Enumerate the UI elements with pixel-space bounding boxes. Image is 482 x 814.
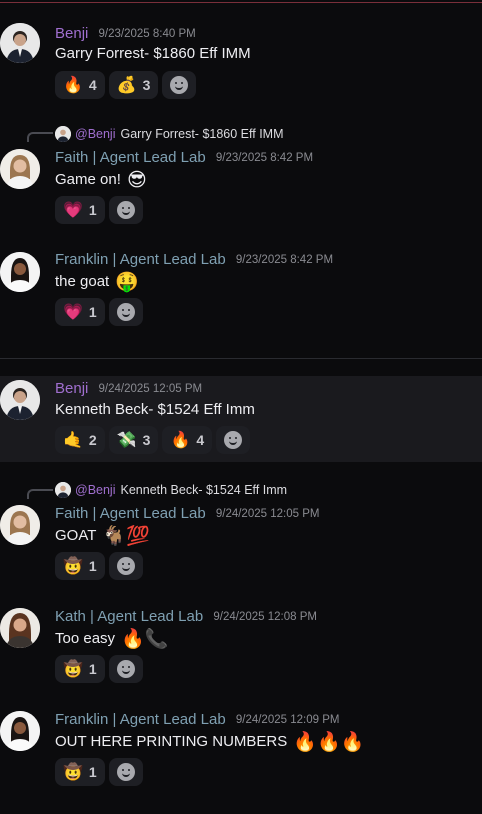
message: @Benji Kenneth Beck- $1524 Eff Imm Faith… xyxy=(0,481,482,587)
heart-icon: 💗 xyxy=(63,200,83,219)
reaction-count: 3 xyxy=(142,77,151,93)
add-reaction-icon xyxy=(224,431,243,449)
date-divider xyxy=(0,358,482,359)
timestamp: 9/23/2025 8:40 PM xyxy=(98,28,196,40)
cowboy-icon: 🤠 xyxy=(63,556,83,575)
add-reaction-icon xyxy=(116,557,135,575)
author-name[interactable]: Benji xyxy=(55,25,88,42)
add-reaction-button[interactable] xyxy=(108,298,143,326)
cowboy-icon: 🤠 xyxy=(63,762,83,781)
message-text: the goat xyxy=(55,273,110,290)
avatar[interactable] xyxy=(0,505,40,545)
message-text: Garry Forrest- $1860 Eff IMM xyxy=(55,45,251,62)
sunglasses-emoji-icon: 😎 xyxy=(127,169,147,192)
message: Benji 9/24/2025 12:05 PM Kenneth Beck- $… xyxy=(0,376,482,462)
message-text: Too easy xyxy=(55,630,116,647)
money-bag-icon: 💰 xyxy=(116,75,137,94)
reaction-money-wings[interactable]: 💸 3 xyxy=(108,426,159,454)
reaction-count: 2 xyxy=(88,432,97,448)
fire-emoji-icon: 🔥🔥🔥 xyxy=(293,731,365,754)
reply-username[interactable]: @Benji xyxy=(75,483,116,497)
message: Kath | Agent Lead Lab 9/24/2025 12:08 PM… xyxy=(0,607,482,691)
reaction-count: 3 xyxy=(142,432,151,448)
reply-text: Kenneth Beck- $1524 Eff Imm xyxy=(120,483,288,497)
message-text: OUT HERE PRINTING NUMBERS xyxy=(55,733,288,750)
avatar[interactable] xyxy=(0,380,40,420)
timestamp: 9/23/2025 8:42 PM xyxy=(215,152,314,164)
add-reaction-icon xyxy=(170,76,189,94)
add-reaction-button[interactable] xyxy=(108,552,143,580)
avatar[interactable] xyxy=(0,252,40,292)
message: @Benji Garry Forrest- $1860 Eff IMM Fait… xyxy=(0,124,482,234)
timestamp: 9/24/2025 12:08 PM xyxy=(213,611,317,623)
message: Benji 9/23/2025 8:40 PM Garry Forrest- $… xyxy=(0,0,482,110)
reaction-count: 1 xyxy=(88,304,97,320)
cowboy-icon: 🤠 xyxy=(63,659,83,678)
chat-view: Benji 9/23/2025 8:40 PM Garry Forrest- $… xyxy=(0,0,482,814)
timestamp: 9/24/2025 12:09 PM xyxy=(235,714,340,726)
reaction-heart[interactable]: 💗 1 xyxy=(55,196,105,224)
avatar[interactable] xyxy=(0,23,40,63)
author-name[interactable]: Franklin | Agent Lead Lab xyxy=(55,251,226,268)
reaction-cowboy[interactable]: 🤠 1 xyxy=(55,655,105,683)
fire-icon: 🔥 xyxy=(63,75,83,94)
add-reaction-button[interactable] xyxy=(216,426,251,454)
add-reaction-button[interactable] xyxy=(108,655,143,683)
message: Franklin | Agent Lead Lab 9/24/2025 12:0… xyxy=(0,710,482,810)
avatar[interactable] xyxy=(0,711,40,751)
reaction-money-bag[interactable]: 💰 3 xyxy=(108,71,159,99)
reaction-count: 1 xyxy=(88,764,97,780)
add-reaction-icon xyxy=(116,763,135,781)
reply-connector xyxy=(27,489,53,499)
fire-phone-emoji-icon: 🔥📞 xyxy=(121,628,169,651)
author-name[interactable]: Faith | Agent Lead Lab xyxy=(55,505,206,522)
fire-icon: 🔥 xyxy=(170,430,191,449)
avatar xyxy=(55,126,71,142)
add-reaction-button[interactable] xyxy=(162,71,197,99)
reaction-heart[interactable]: 💗 1 xyxy=(55,298,105,326)
add-reaction-button[interactable] xyxy=(108,196,143,224)
author-name[interactable]: Benji xyxy=(55,380,88,397)
message: Franklin | Agent Lead Lab 9/23/2025 8:42… xyxy=(0,250,482,340)
avatar[interactable] xyxy=(0,608,40,648)
heart-icon: 💗 xyxy=(63,302,83,321)
add-reaction-icon xyxy=(116,660,135,678)
reaction-count: 4 xyxy=(196,432,205,448)
reaction-cowboy[interactable]: 🤠 1 xyxy=(55,552,105,580)
reaction-count: 1 xyxy=(88,202,97,218)
reply-username[interactable]: @Benji xyxy=(75,127,116,141)
reply-reference[interactable]: @Benji Garry Forrest- $1860 Eff IMM xyxy=(55,126,284,142)
add-reaction-icon xyxy=(116,303,135,321)
add-reaction-icon xyxy=(116,201,135,219)
add-reaction-button[interactable] xyxy=(108,758,143,786)
timestamp: 9/23/2025 8:42 PM xyxy=(235,254,334,266)
reaction-fire[interactable]: 🔥 4 xyxy=(162,426,213,454)
reaction-count: 4 xyxy=(88,77,97,93)
money-wings-icon: 💸 xyxy=(116,430,137,449)
money-mouth-emoji-icon: 🤑 xyxy=(115,271,140,294)
reaction-fire[interactable]: 🔥 4 xyxy=(55,71,105,99)
goat-hundred-emoji-icon: 🐐💯 xyxy=(102,525,150,548)
message-text: GOAT xyxy=(55,527,97,544)
author-name[interactable]: Kath | Agent Lead Lab xyxy=(55,608,203,625)
reaction-cowboy[interactable]: 🤠 1 xyxy=(55,758,105,786)
timestamp: 9/24/2025 12:05 PM xyxy=(98,383,203,395)
author-name[interactable]: Faith | Agent Lead Lab xyxy=(55,149,206,166)
reply-reference[interactable]: @Benji Kenneth Beck- $1524 Eff Imm xyxy=(55,482,287,498)
reaction-count: 1 xyxy=(88,661,97,677)
reply-connector xyxy=(27,132,53,142)
call-me-hand-icon: 🤙 xyxy=(63,430,83,449)
message-text: Game on! xyxy=(55,171,121,188)
author-name[interactable]: Franklin | Agent Lead Lab xyxy=(55,711,226,728)
avatar[interactable] xyxy=(0,149,40,189)
reaction-count: 1 xyxy=(88,558,97,574)
timestamp: 9/24/2025 12:05 PM xyxy=(215,508,320,520)
message-text: Kenneth Beck- $1524 Eff Imm xyxy=(55,401,255,418)
avatar xyxy=(55,482,71,498)
reply-text: Garry Forrest- $1860 Eff IMM xyxy=(120,127,284,141)
reaction-call-me-hand[interactable]: 🤙 2 xyxy=(55,426,105,454)
